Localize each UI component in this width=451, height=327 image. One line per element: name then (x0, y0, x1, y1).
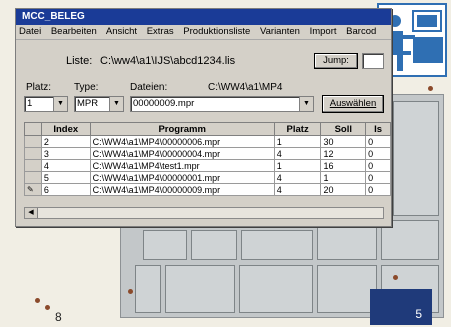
menu-bearbeiten[interactable]: Bearbeiten (51, 26, 97, 37)
platz-select[interactable]: 1 ▼ (24, 96, 68, 112)
row-marker[interactable] (24, 171, 42, 184)
cell-index[interactable]: 2 (40, 135, 91, 148)
cell-soll[interactable]: 30 (320, 135, 367, 148)
jump-button[interactable]: Jump: (314, 53, 358, 69)
cell-ist[interactable]: 0 (365, 147, 391, 160)
dateien-path: C:\WW4\a1\MP4 (208, 82, 283, 93)
table-row[interactable]: 3 C:\WW4\a1\MP4\00000004.mpr 4 12 0 (24, 147, 391, 160)
cell-platz[interactable]: 1 (273, 159, 322, 172)
type-select[interactable]: MPR ▼ (74, 96, 124, 112)
table-row[interactable]: ✎ 6 C:\WW4\a1\MP4\00000009.mpr 4 20 0 (24, 183, 391, 196)
menu-produktionsliste[interactable]: Produktionsliste (183, 26, 250, 37)
cell-programm[interactable]: C:\WW4\a1\MP4\00000006.mpr (89, 135, 275, 148)
cell-soll[interactable]: 16 (320, 159, 367, 172)
cell-programm[interactable]: C:\WW4\a1\MP4\00000004.mpr (89, 147, 275, 160)
list-path: C:\ww4\a1\IJS\abcd1234.lis (100, 55, 236, 67)
dateien-value: 00000009.mpr (133, 98, 195, 109)
cell-ist[interactable]: 0 (365, 171, 391, 184)
menu-bar: Datei Bearbeiten Ansicht Extras Produkti… (16, 25, 391, 40)
type-value: MPR (77, 98, 99, 109)
cell-ist[interactable]: 0 (365, 135, 391, 148)
cell-index[interactable]: 6 (40, 183, 91, 196)
auswaehlen-button[interactable]: Auswählen (322, 95, 384, 113)
type-label: Type: (74, 82, 99, 93)
cell-platz[interactable]: 4 (273, 171, 322, 184)
decor-dot (45, 305, 50, 310)
drawing-panel (191, 230, 237, 260)
cell-soll[interactable]: 12 (320, 147, 367, 160)
table-row[interactable]: 2 C:\WW4\a1\MP4\00000006.mpr 1 30 0 (24, 135, 391, 148)
drawing-panel (241, 230, 313, 260)
table-row[interactable]: 4 C:\WW4\a1\MP4\test1.mpr 1 16 0 (24, 159, 391, 172)
cell-platz[interactable]: 4 (273, 183, 322, 196)
drawing-panel (317, 265, 377, 313)
cell-platz[interactable]: 1 (273, 135, 322, 148)
cell-index[interactable]: 5 (40, 171, 91, 184)
decor-dot (35, 298, 40, 303)
row-marker[interactable] (24, 135, 42, 148)
col-header-ist[interactable]: Is (365, 122, 391, 136)
drawing-panel (239, 265, 313, 313)
menu-varianten[interactable]: Varianten (260, 26, 300, 37)
drawing-panel (393, 101, 439, 216)
cell-programm[interactable]: C:\WW4\a1\MP4\test1.mpr (89, 159, 275, 172)
drawing-panel (135, 265, 161, 313)
chevron-down-icon[interactable]: ▼ (299, 97, 313, 111)
platz-label: Platz: (26, 82, 52, 93)
list-label: Liste: (66, 55, 93, 67)
page-number-box: 5 (370, 289, 432, 325)
dateien-label: Dateien: (130, 82, 168, 93)
table-row[interactable]: 5 C:\WW4\a1\MP4\00000001.mpr 4 1 0 (24, 171, 391, 184)
page-number-right: 5 (415, 307, 422, 321)
app-window: MCC_BELEG Datei Bearbeiten Ansicht Extra… (15, 8, 392, 227)
window-title: MCC_BELEG (16, 9, 391, 25)
col-header-index[interactable]: Index (40, 122, 91, 136)
dateien-select[interactable]: 00000009.mpr ▼ (130, 96, 314, 112)
chevron-down-icon[interactable]: ▼ (53, 97, 67, 111)
jump-field[interactable] (362, 53, 384, 69)
page-number-left: 8 (55, 310, 62, 324)
cell-ist[interactable]: 0 (365, 183, 391, 196)
menu-datei[interactable]: Datei (19, 26, 41, 37)
cell-programm[interactable]: C:\WW4\a1\MP4\00000001.mpr (89, 171, 275, 184)
cell-index[interactable]: 3 (40, 147, 91, 160)
manual-page: 8 5 MCC_BELEG Datei Bearbeiten Ansicht E… (0, 0, 451, 327)
cell-programm[interactable]: C:\WW4\a1\MP4\00000009.mpr (89, 183, 275, 196)
cell-soll[interactable]: 20 (320, 183, 367, 196)
decor-dot (128, 289, 133, 294)
menu-ansicht[interactable]: Ansicht (106, 26, 137, 37)
horizontal-scrollbar[interactable]: ◀ (24, 207, 384, 219)
decor-dot (428, 86, 433, 91)
scroll-left-icon[interactable]: ◀ (25, 208, 38, 218)
cell-ist[interactable]: 0 (365, 159, 391, 172)
drawing-panel (143, 230, 187, 260)
row-marker[interactable] (24, 159, 42, 172)
menu-import[interactable]: Import (310, 26, 337, 37)
row-header-corner (24, 122, 42, 136)
menu-barcode[interactable]: Barcod (346, 26, 376, 37)
col-header-soll[interactable]: Soll (320, 122, 367, 136)
col-header-platz[interactable]: Platz (273, 122, 322, 136)
cell-platz[interactable]: 4 (273, 147, 322, 160)
cell-soll[interactable]: 1 (320, 171, 367, 184)
program-table: Index Programm Platz Soll Is 2 C:\WW4\a1… (24, 122, 391, 196)
chevron-down-icon[interactable]: ▼ (109, 97, 123, 111)
drawing-panel (165, 265, 235, 313)
decor-dot (393, 275, 398, 280)
list-row: Liste: C:\ww4\a1\IJS\abcd1234.lis Jump: (24, 49, 384, 71)
cell-index[interactable]: 4 (40, 159, 91, 172)
row-marker[interactable] (24, 147, 42, 160)
pencil-icon[interactable]: ✎ (24, 183, 42, 196)
menu-extras[interactable]: Extras (147, 26, 174, 37)
platz-value: 1 (27, 98, 33, 109)
col-header-programm[interactable]: Programm (89, 122, 275, 136)
